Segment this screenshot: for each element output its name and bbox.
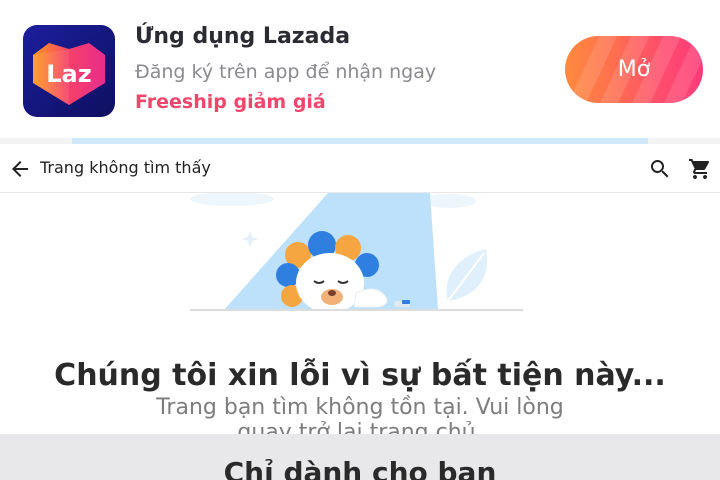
- open-app-button[interactable]: Mở: [565, 36, 703, 103]
- lazada-app-icon[interactable]: Laz: [23, 25, 115, 117]
- lazada-logo-heart-icon: Laz: [33, 43, 105, 105]
- page-title: Trang không tìm thấy: [40, 158, 211, 177]
- app-install-banner: Laz Ứng dụng Lazada Đăng ký trên app để …: [0, 0, 720, 140]
- just-for-you-section: Chỉ dành cho bạn: [0, 434, 720, 480]
- app-name: Ứng dụng Lazada: [135, 24, 351, 49]
- logo-text: Laz: [46, 60, 91, 88]
- just-for-you-heading: Chỉ dành cho bạn: [223, 456, 497, 480]
- search-icon[interactable]: [648, 157, 672, 181]
- error-heading: Chúng tôi xin lỗi vì sự bất tiện này...: [54, 358, 666, 393]
- arrow-back-icon[interactable]: [8, 157, 32, 181]
- leaf-icon: [446, 249, 488, 302]
- cart-icon[interactable]: [688, 157, 712, 181]
- top-nav-bar: Trang không tìm thấy: [0, 144, 720, 193]
- banner-promo: Freeship giảm giá: [135, 91, 326, 113]
- banner-subtitle: Đăng ký trên app để nhận ngay: [135, 61, 437, 83]
- not-found-illustration: [190, 193, 523, 313]
- open-app-label: Mở: [617, 57, 651, 82]
- page: Laz Ứng dụng Lazada Đăng ký trên app để …: [0, 0, 720, 480]
